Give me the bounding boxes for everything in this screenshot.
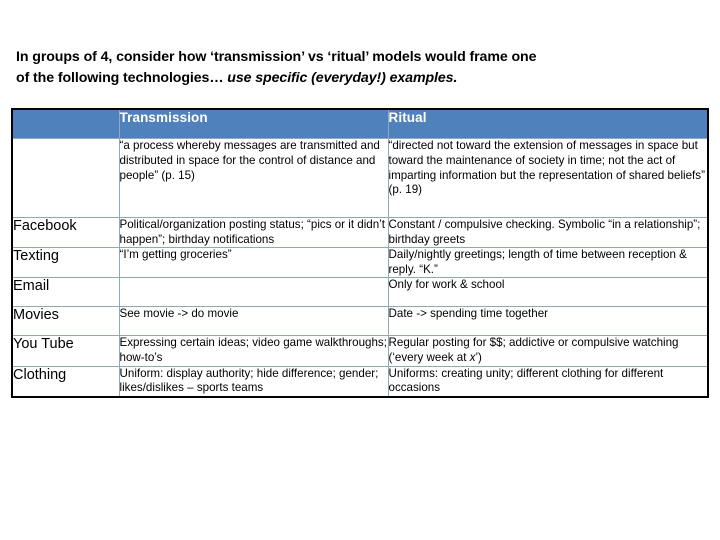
definition-ritual: “directed not toward the extension of me…	[387, 138, 709, 218]
definition-row-label	[11, 138, 120, 218]
cell-youtube-ritual-post: ’)	[475, 350, 482, 364]
row-label-texting: Texting	[11, 247, 120, 279]
definition-transmission: “a process whereby messages are transmit…	[118, 138, 389, 218]
table-row: Facebook Political/organization posting …	[11, 216, 709, 249]
row-label-clothing: Clothing	[11, 365, 120, 398]
cell-youtube-ritual-pre: Regular posting for $$; addictive or com…	[388, 336, 679, 364]
cell-facebook-transmission: Political/organization posting status; “…	[118, 216, 389, 249]
cell-texting-ritual: Daily/nightly greetings; length of time …	[387, 247, 709, 279]
cell-movies-transmission: See movie -> do movie	[118, 306, 389, 337]
cell-youtube-ritual: Regular posting for $$; addictive or com…	[387, 335, 709, 367]
header-corner-blank	[11, 108, 120, 139]
cell-facebook-ritual: Constant / compulsive checking. Symbolic…	[387, 216, 709, 249]
prompt-text: In groups of 4, consider how ‘transmissi…	[16, 47, 656, 89]
cell-email-ritual: Only for work & school	[387, 277, 709, 308]
row-label-youtube: You Tube	[11, 335, 120, 367]
cell-clothing-transmission: Uniform: display authority; hide differe…	[118, 365, 389, 398]
table-row: Movies See movie -> do movie Date -> spe…	[11, 306, 709, 337]
prompt-line-1: In groups of 4, consider how ‘transmissi…	[16, 49, 537, 65]
table-row: Clothing Uniform: display authority; hid…	[11, 365, 709, 398]
prompt-line-2-regular: of the following technologies…	[16, 70, 228, 86]
header-row: Transmission Ritual	[11, 108, 709, 139]
header-transmission: Transmission	[118, 108, 389, 139]
cell-texting-transmission: “I’m getting groceries”	[118, 247, 389, 279]
cell-clothing-ritual: Uniforms: creating unity; different clot…	[387, 365, 709, 398]
header-ritual: Ritual	[387, 108, 709, 139]
row-label-facebook: Facebook	[11, 216, 120, 249]
table-body: “a process whereby messages are transmit…	[11, 138, 709, 398]
row-label-email: Email	[11, 277, 120, 308]
comparison-table: Transmission Ritual “a process whereby m…	[11, 108, 709, 398]
cell-movies-ritual: Date -> spending time together	[387, 306, 709, 337]
cell-email-transmission	[118, 277, 389, 308]
row-label-movies: Movies	[11, 306, 120, 337]
slide-canvas: In groups of 4, consider how ‘transmissi…	[0, 0, 720, 540]
table-row: You Tube Expressing certain ideas; video…	[11, 335, 709, 367]
table-row: Email Only for work & school	[11, 277, 709, 308]
table-row: Texting “I’m getting groceries” Daily/ni…	[11, 247, 709, 279]
definition-row: “a process whereby messages are transmit…	[11, 138, 709, 218]
cell-youtube-transmission: Expressing certain ideas; video game wal…	[118, 335, 389, 367]
prompt-line-2-italic: use specific (everyday!) examples.	[227, 70, 458, 86]
table-header: Transmission Ritual	[11, 108, 709, 139]
